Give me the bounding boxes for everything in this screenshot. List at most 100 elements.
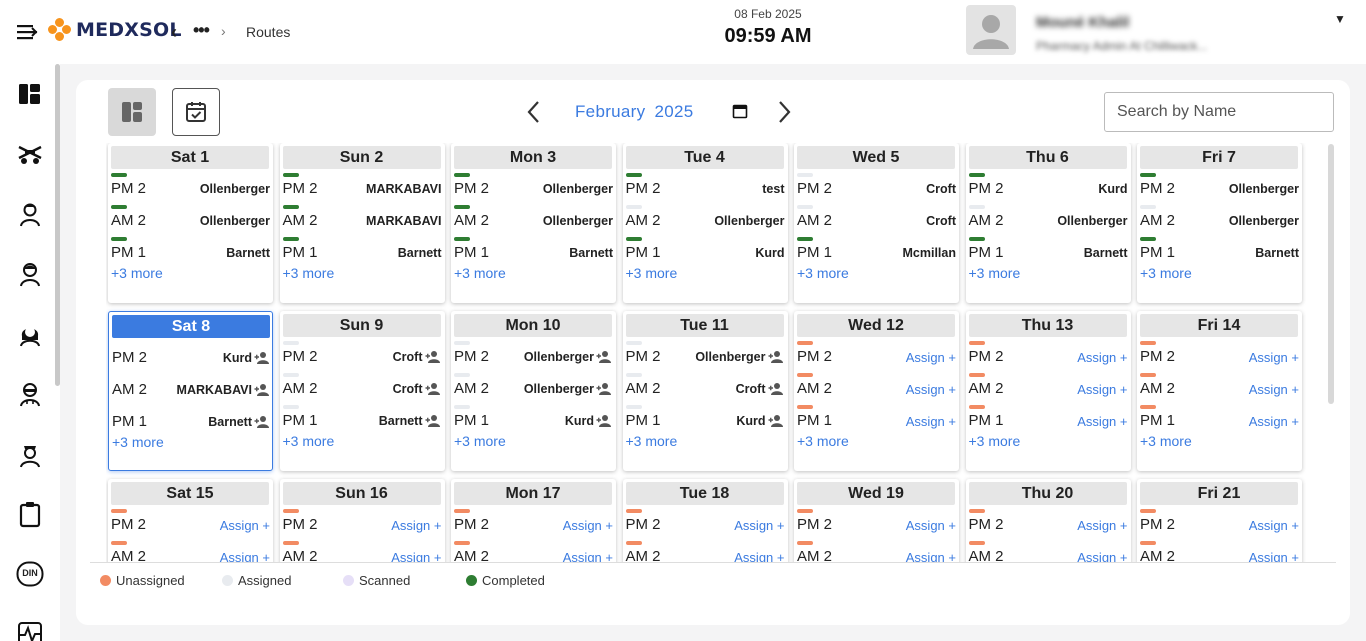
more-routes-link[interactable]: +3 more: [283, 265, 335, 281]
route-row[interactable]: AM 2 Ollenberger: [111, 205, 270, 237]
more-routes-link[interactable]: +3 more: [969, 265, 1021, 281]
day-card[interactable]: Sun 16 PM 2 Assign + AM 2 Assign +: [279, 479, 445, 563]
more-routes-link[interactable]: +3 more: [969, 433, 1021, 449]
previous-month-button[interactable]: [522, 98, 546, 126]
person-add-icon[interactable]: [254, 415, 270, 429]
more-routes-link[interactable]: +3 more: [283, 433, 335, 449]
route-row[interactable]: AM 2 Assign +: [968, 373, 1128, 405]
customer-icon[interactable]: [16, 260, 44, 288]
day-card[interactable]: Sat 15 PM 2 Assign + AM 2 Assign +: [108, 479, 273, 563]
more-routes-link[interactable]: +3 more: [1140, 265, 1192, 281]
route-row[interactable]: AM 2 Assign +: [625, 541, 785, 563]
collapse-chevron-icon[interactable]: ‹: [171, 22, 177, 43]
person-add-icon[interactable]: [768, 414, 784, 428]
assign-driver-link[interactable]: Assign +: [1077, 414, 1127, 429]
clipboard-icon[interactable]: [16, 500, 44, 528]
person-add-icon[interactable]: [425, 350, 441, 364]
route-row[interactable]: PM 2 Kurd: [968, 173, 1128, 205]
route-row[interactable]: PM 2 Ollenberger: [111, 173, 270, 205]
day-card[interactable]: Mon 3 PM 2 Ollenberger AM 2 Ollenberger PM 1 B…: [451, 143, 616, 303]
person-add-icon[interactable]: [425, 414, 441, 428]
route-row[interactable]: AM 2 Ollenberger: [454, 205, 613, 237]
route-row[interactable]: AM 2 Assign +: [968, 541, 1128, 563]
vitals-icon[interactable]: [16, 620, 44, 641]
day-card[interactable]: Tue 4 PM 2 test AM 2 Ollenberger PM 1 Kurd +3 m…: [622, 143, 788, 303]
dashboard-icon[interactable]: [16, 80, 44, 108]
day-card[interactable]: Fri 21 PM 2 Assign + AM 2 Assign +: [1137, 479, 1302, 563]
assign-driver-link[interactable]: Assign +: [906, 350, 956, 365]
next-month-button[interactable]: [772, 98, 796, 126]
day-card[interactable]: Mon 10 PM 2 Ollenberger AM 2 Ollenberger PM 1…: [451, 311, 616, 471]
nurse-icon[interactable]: [16, 440, 44, 468]
route-row[interactable]: AM 2 MARKABAVI: [282, 205, 442, 237]
day-card[interactable]: Sun 2 PM 2 MARKABAVI AM 2 MARKABAVI PM 1 Barne…: [279, 143, 445, 303]
more-routes-link[interactable]: +3 more: [797, 433, 849, 449]
route-row[interactable]: PM 2 Croft: [797, 173, 956, 205]
route-row[interactable]: AM 2 Ollenberger: [625, 205, 785, 237]
route-row[interactable]: AM 2 Croft: [797, 205, 956, 237]
assign-driver-link[interactable]: Assign +: [220, 518, 270, 533]
route-row[interactable]: AM 2 Ollenberger: [454, 373, 613, 405]
person-add-icon[interactable]: [425, 382, 441, 396]
route-row[interactable]: AM 2 Assign +: [797, 541, 956, 563]
routes-icon[interactable]: [16, 140, 44, 168]
more-routes-link[interactable]: +3 more: [454, 433, 506, 449]
day-card[interactable]: Tue 11 PM 2 Ollenberger AM 2 Croft PM 1 Kurd +3…: [622, 311, 788, 471]
route-row[interactable]: PM 2 Ollenberger: [454, 173, 613, 205]
more-routes-link[interactable]: +3 more: [797, 265, 849, 281]
route-row[interactable]: PM 2 Assign +: [797, 509, 956, 541]
route-row[interactable]: PM 2 Assign +: [968, 341, 1128, 373]
person-add-icon[interactable]: [596, 382, 612, 396]
day-card[interactable]: Thu 6 PM 2 Kurd AM 2 Ollenberger PM 1 Barnett +…: [965, 143, 1131, 303]
route-row[interactable]: PM 2 Assign +: [1140, 509, 1299, 541]
route-row[interactable]: AM 2 Croft: [282, 373, 442, 405]
assign-driver-link[interactable]: Assign +: [1249, 518, 1299, 533]
assign-driver-link[interactable]: Assign +: [906, 414, 956, 429]
more-routes-link[interactable]: +3 more: [112, 434, 164, 450]
assign-driver-link[interactable]: Assign +: [906, 518, 956, 533]
person-add-icon[interactable]: [254, 383, 270, 397]
route-row[interactable]: AM 2 Assign +: [454, 541, 613, 563]
day-card[interactable]: Sun 9 PM 2 Croft AM 2 Croft PM 1 Barnett +3 mor…: [279, 311, 445, 471]
assign-driver-link[interactable]: Assign +: [906, 382, 956, 397]
day-card[interactable]: Mon 17 PM 2 Assign + AM 2 Assign +: [451, 479, 616, 563]
route-row[interactable]: PM 2 Assign +: [282, 509, 442, 541]
assign-driver-link[interactable]: Assign +: [1249, 382, 1299, 397]
route-row[interactable]: AM 2 Assign +: [1140, 373, 1299, 405]
day-card[interactable]: Fri 7 PM 2 Ollenberger AM 2 Ollenberger PM 1 B…: [1137, 143, 1302, 303]
assign-driver-link[interactable]: Assign +: [1077, 382, 1127, 397]
person-add-icon[interactable]: [768, 350, 784, 364]
route-row[interactable]: AM 2 Ollenberger: [968, 205, 1128, 237]
day-card[interactable]: Sat 8 PM 2 Kurd AM 2 MARKABAVI PM 1 Barnett +3 …: [108, 311, 273, 471]
route-row[interactable]: AM 2 MARKABAVI: [112, 374, 271, 406]
more-routes-link[interactable]: +3 more: [626, 265, 678, 281]
route-row[interactable]: PM 2 Assign +: [797, 341, 956, 373]
more-routes-link[interactable]: +3 more: [1140, 433, 1192, 449]
route-row[interactable]: PM 2 Assign +: [968, 509, 1128, 541]
month-year-label[interactable]: February 2025: [575, 102, 694, 122]
route-row[interactable]: AM 2 Assign +: [282, 541, 442, 563]
assign-driver-link[interactable]: Assign +: [1077, 350, 1127, 365]
user-menu-caret-icon[interactable]: ▼: [1334, 12, 1346, 26]
day-card[interactable]: Fri 14 PM 2 Assign + AM 2 Assign + PM 1 Assign…: [1137, 311, 1302, 471]
calendar-scrollbar[interactable]: [1328, 144, 1334, 404]
more-routes-link[interactable]: +3 more: [454, 265, 506, 281]
day-card[interactable]: Thu 20 PM 2 Assign + AM 2 Assign +: [965, 479, 1131, 563]
assign-driver-link[interactable]: Assign +: [1249, 350, 1299, 365]
more-routes-link[interactable]: +3 more: [626, 433, 678, 449]
doctor-icon[interactable]: [16, 380, 44, 408]
assign-driver-link[interactable]: Assign +: [1249, 414, 1299, 429]
route-row[interactable]: PM 2 Assign +: [625, 509, 785, 541]
day-card[interactable]: Wed 5 PM 2 Croft AM 2 Croft PM 1 Mcmillan +3 mo…: [794, 143, 959, 303]
avatar[interactable]: [966, 5, 1016, 55]
route-row[interactable]: PM 2 Ollenberger: [1140, 173, 1299, 205]
route-row[interactable]: PM 2 Assign +: [1140, 341, 1299, 373]
route-row[interactable]: AM 2 Assign +: [111, 541, 270, 563]
route-row[interactable]: PM 2 MARKABAVI: [282, 173, 442, 205]
day-card[interactable]: Tue 18 PM 2 Assign + AM 2 Assign +: [622, 479, 788, 563]
assign-driver-link[interactable]: Assign +: [734, 518, 784, 533]
route-row[interactable]: PM 2 Croft: [282, 341, 442, 373]
day-card[interactable]: Wed 19 PM 2 Assign + AM 2 Assign +: [794, 479, 959, 563]
route-row[interactable]: PM 2 Ollenberger: [625, 341, 785, 373]
route-row[interactable]: PM 2 test: [625, 173, 785, 205]
